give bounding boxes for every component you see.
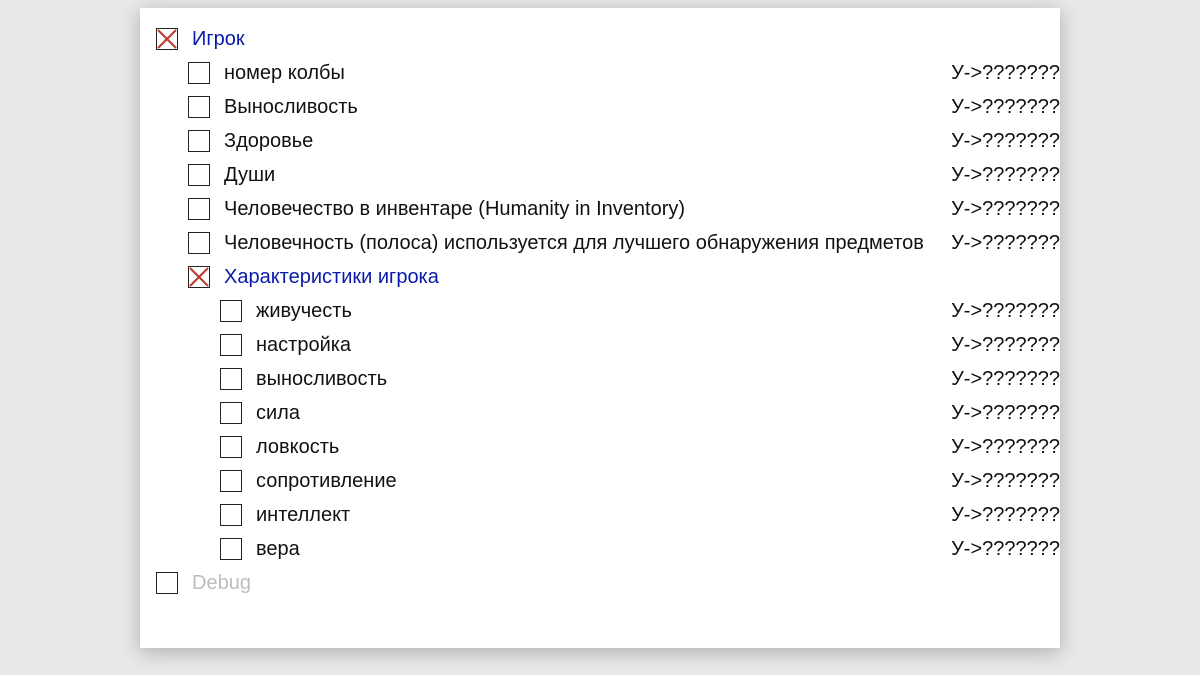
item-label: Человечность (полоса) используется для л… [224,232,924,255]
item-value[interactable]: У->??????? [945,130,1060,153]
item-label: Души [224,164,275,187]
cheat-tree: Игрок номер колбы У->??????? Выносливост… [140,8,1060,600]
item-label: живучесть [256,300,352,323]
checkbox-icon[interactable] [220,538,242,560]
item-label: выносливость [256,368,387,391]
item-label: интеллект [256,504,350,527]
checkbox-icon[interactable] [188,198,210,220]
item-label: сила [256,402,300,425]
group-label-stats: Характеристики игрока [224,266,439,289]
tree-item[interactable]: живучесть У->??????? [140,294,1060,328]
checkbox-icon[interactable] [188,130,210,152]
tree-group-debug[interactable]: Debug [140,566,1060,600]
checkbox-checked-icon[interactable] [156,28,178,50]
checkbox-icon[interactable] [220,334,242,356]
checkbox-icon[interactable] [220,368,242,390]
tree-item[interactable]: интеллект У->??????? [140,498,1060,532]
checkbox-icon[interactable] [188,232,210,254]
item-label: ловкость [256,436,339,459]
item-label: Здоровье [224,130,313,153]
checkbox-icon[interactable] [220,402,242,424]
item-label: настройка [256,334,351,357]
item-value[interactable]: У->??????? [945,470,1060,493]
item-value[interactable]: У->??????? [945,334,1060,357]
tree-item[interactable]: Выносливость У->??????? [140,90,1060,124]
item-value[interactable]: У->??????? [945,232,1060,255]
tree-item[interactable]: Здоровье У->??????? [140,124,1060,158]
item-value[interactable]: У->??????? [945,538,1060,561]
item-value[interactable]: У->??????? [945,96,1060,119]
tree-item[interactable]: Души У->??????? [140,158,1060,192]
tree-item[interactable]: настройка У->??????? [140,328,1060,362]
item-label: Выносливость [224,96,358,119]
checkbox-icon[interactable] [156,572,178,594]
item-label: сопротивление [256,470,397,493]
item-value[interactable]: У->??????? [945,504,1060,527]
checkbox-icon[interactable] [188,96,210,118]
tree-group-player[interactable]: Игрок [140,22,1060,56]
tree-item[interactable]: Человечество в инвентаре (Humanity in In… [140,192,1060,226]
checkbox-icon[interactable] [220,300,242,322]
checkbox-icon[interactable] [188,62,210,84]
cheat-table-panel: Игрок номер колбы У->??????? Выносливост… [140,8,1060,648]
group-label-debug: Debug [192,572,251,595]
item-value[interactable]: У->??????? [945,300,1060,323]
item-value[interactable]: У->??????? [945,436,1060,459]
checkbox-checked-icon[interactable] [188,266,210,288]
tree-item[interactable]: сила У->??????? [140,396,1060,430]
item-value[interactable]: У->??????? [945,368,1060,391]
item-label: номер колбы [224,62,345,85]
tree-item[interactable]: ловкость У->??????? [140,430,1060,464]
group-label-player: Игрок [192,28,245,51]
tree-group-stats[interactable]: Характеристики игрока [140,260,1060,294]
item-label: Человечество в инвентаре (Humanity in In… [224,198,685,221]
checkbox-icon[interactable] [220,470,242,492]
checkbox-icon[interactable] [220,504,242,526]
item-value[interactable]: У->??????? [945,164,1060,187]
tree-item[interactable]: номер колбы У->??????? [140,56,1060,90]
item-value[interactable]: У->??????? [945,62,1060,85]
tree-item[interactable]: вера У->??????? [140,532,1060,566]
checkbox-icon[interactable] [188,164,210,186]
tree-item[interactable]: сопротивление У->??????? [140,464,1060,498]
item-value[interactable]: У->??????? [945,198,1060,221]
tree-item[interactable]: Человечность (полоса) используется для л… [140,226,1060,260]
checkbox-icon[interactable] [220,436,242,458]
item-label: вера [256,538,300,561]
item-value[interactable]: У->??????? [945,402,1060,425]
tree-item[interactable]: выносливость У->??????? [140,362,1060,396]
